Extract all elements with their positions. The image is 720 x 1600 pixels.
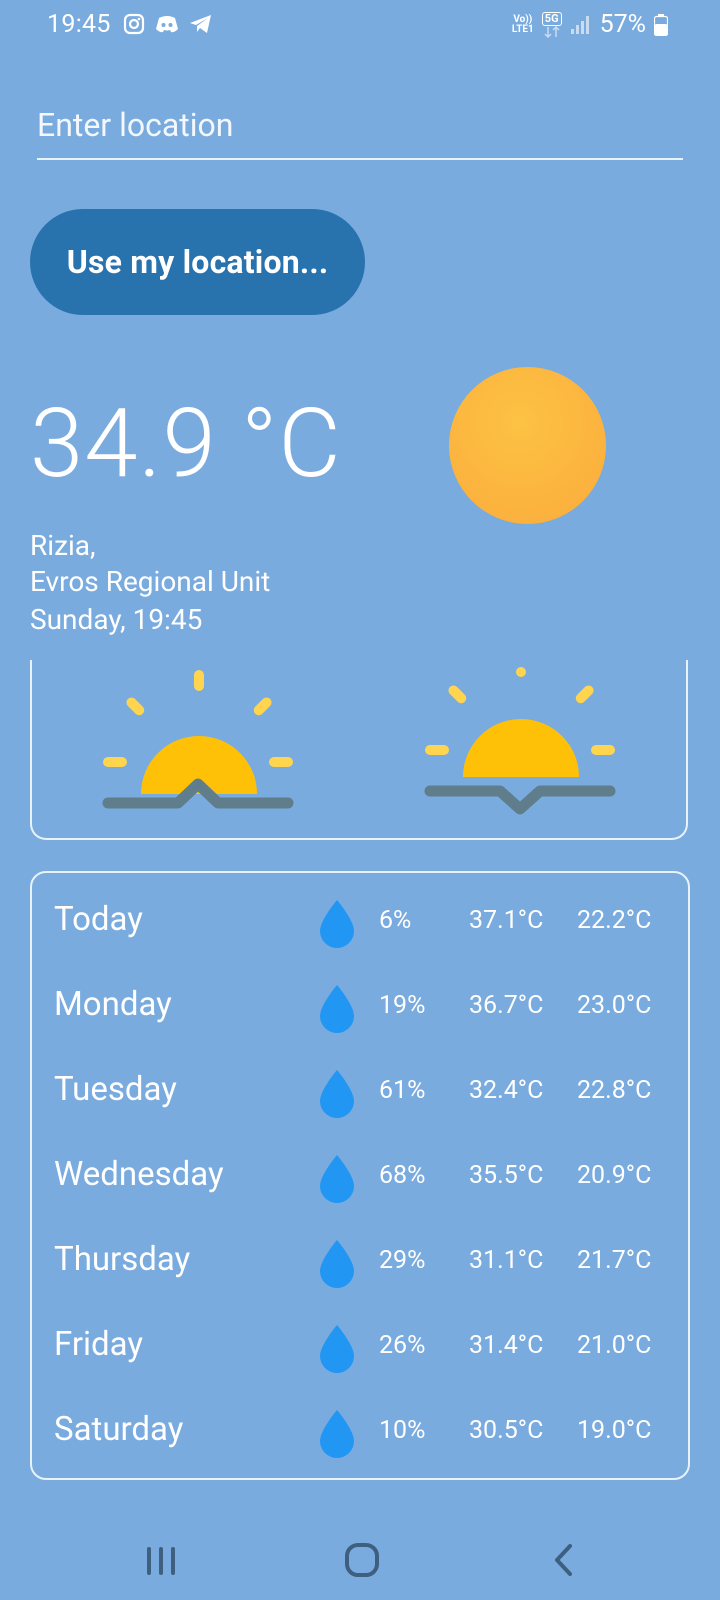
- location-name: Rizia, Evros Regional Unit: [30, 528, 270, 600]
- temp-max: 36.7°C: [469, 991, 544, 1020]
- system-icons: Vo)) LTE1 5G 57%: [512, 10, 668, 39]
- rain-chance: 6%: [379, 906, 412, 935]
- forecast-row: Thursday 29% 31.1°C 21.7°C: [32, 1240, 688, 1325]
- sunset-icon: [424, 667, 616, 815]
- location-input-container: [37, 102, 683, 160]
- signal-icon: [570, 15, 589, 34]
- day-name: Saturday: [54, 1410, 184, 1449]
- raindrop-icon: [320, 985, 354, 1033]
- sun-icon: [449, 367, 606, 524]
- forecast-row: Wednesday 68% 35.5°C 20.9°C: [32, 1155, 688, 1240]
- forecast-row: Tuesday 61% 32.4°C 22.8°C: [32, 1070, 688, 1155]
- battery-text: 57%: [599, 10, 646, 39]
- temp-max: 32.4°C: [469, 1076, 544, 1105]
- day-name: Tuesday: [54, 1070, 177, 1109]
- rain-chance: 68%: [379, 1161, 426, 1190]
- discord-icon: [156, 16, 178, 33]
- city-name: Rizia,: [30, 529, 96, 562]
- rain-chance: 10%: [379, 1416, 426, 1445]
- raindrop-icon: [320, 1240, 354, 1288]
- forecast-row: Today 6% 37.1°C 22.2°C: [32, 900, 688, 985]
- temp-min: 20.9°C: [577, 1161, 652, 1190]
- current-temperature: 34.9 °C: [30, 388, 342, 500]
- raindrop-icon: [320, 900, 354, 948]
- temp-min: 22.2°C: [577, 906, 652, 935]
- day-name: Thursday: [54, 1240, 191, 1279]
- temp-min: 21.0°C: [577, 1331, 652, 1360]
- use-my-location-button[interactable]: Use my location...: [30, 209, 365, 315]
- temp-min: 19.0°C: [577, 1416, 652, 1445]
- temp-max: 31.1°C: [469, 1246, 544, 1275]
- status-bar: 19:45 Vo)) LTE1 5G 57%: [0, 0, 720, 52]
- temp-min: 21.7°C: [577, 1246, 652, 1275]
- volte-icon: Vo)) LTE1: [511, 13, 534, 35]
- raindrop-icon: [320, 1325, 354, 1373]
- sunrise-icon: [102, 670, 294, 809]
- current-datetime: Sunday, 19:45: [30, 603, 203, 636]
- day-name: Monday: [54, 985, 172, 1024]
- status-time: 19:45: [47, 10, 111, 39]
- forecast-row: Saturday 10% 30.5°C 19.0°C: [32, 1410, 688, 1495]
- day-name: Friday: [54, 1325, 143, 1364]
- day-name: Wednesday: [54, 1155, 224, 1194]
- day-name: Today: [54, 900, 143, 939]
- temp-min: 23.0°C: [577, 991, 652, 1020]
- region-name: Evros Regional Unit: [30, 565, 271, 598]
- battery-icon: [654, 13, 668, 36]
- home-icon[interactable]: [344, 1540, 380, 1580]
- navigation-bar: [0, 1520, 720, 1600]
- temp-min: 22.8°C: [577, 1076, 652, 1105]
- location-input[interactable]: [37, 106, 683, 144]
- back-icon[interactable]: [550, 1540, 578, 1580]
- network-5g-icon: 5G: [541, 11, 562, 38]
- forecast-row: Monday 19% 36.7°C 23.0°C: [32, 985, 688, 1070]
- telegram-icon: [190, 15, 211, 33]
- temp-max: 30.5°C: [469, 1416, 544, 1445]
- forecast-card: Today 6% 37.1°C 22.2°C Monday 19% 36.7°C…: [30, 871, 690, 1480]
- temp-max: 37.1°C: [469, 906, 544, 935]
- temp-max: 35.5°C: [469, 1161, 544, 1190]
- recent-apps-icon[interactable]: [144, 1540, 178, 1580]
- rain-chance: 19%: [379, 991, 426, 1020]
- forecast-row: Friday 26% 31.4°C 21.0°C: [32, 1325, 688, 1410]
- raindrop-icon: [320, 1070, 354, 1118]
- rain-chance: 26%: [379, 1331, 426, 1360]
- instagram-icon: [123, 13, 145, 35]
- raindrop-icon: [320, 1410, 354, 1458]
- rain-chance: 29%: [379, 1246, 426, 1275]
- raindrop-icon: [320, 1155, 354, 1203]
- rain-chance: 61%: [379, 1076, 426, 1105]
- notification-icons: [123, 13, 213, 35]
- temp-max: 31.4°C: [469, 1331, 544, 1360]
